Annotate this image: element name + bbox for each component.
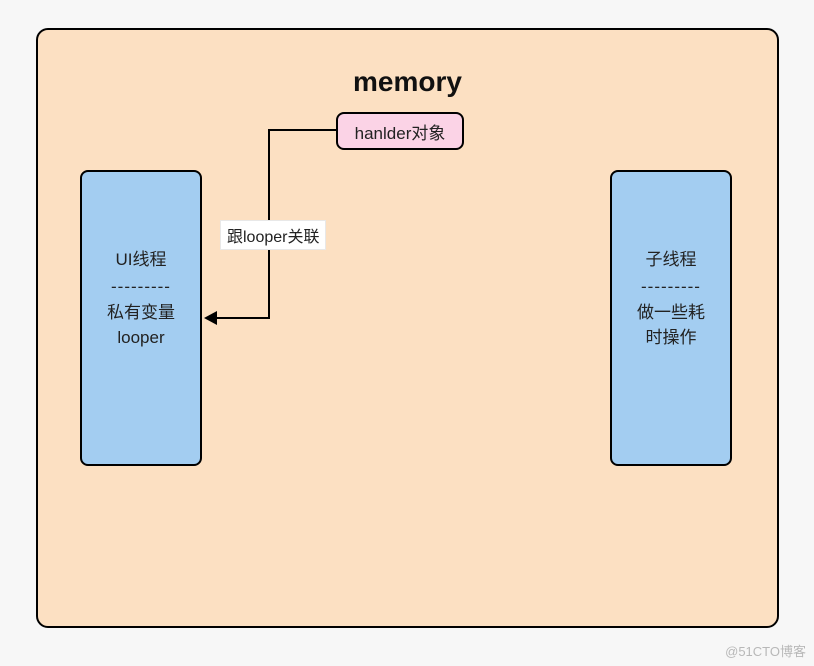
child-thread-divider: --------- bbox=[612, 275, 730, 300]
edge-label: 跟looper关联 bbox=[220, 220, 326, 250]
ui-thread-text-1: 私有变量 bbox=[82, 301, 200, 326]
child-thread-text-1: 做一些耗 bbox=[612, 301, 730, 326]
ui-thread-text-2: looper bbox=[82, 326, 200, 351]
handler-object-box: hanlder对象 bbox=[336, 112, 464, 150]
watermark: @51CTO博客 bbox=[725, 641, 806, 660]
ui-thread-divider: --------- bbox=[82, 275, 200, 300]
ui-thread-box: UI线程 --------- 私有变量 looper bbox=[80, 170, 202, 466]
ui-thread-title: UI线程 bbox=[82, 248, 200, 273]
arrow-head-icon bbox=[204, 311, 217, 325]
child-thread-box: 子线程 --------- 做一些耗 时操作 bbox=[610, 170, 732, 466]
handler-label: hanlder对象 bbox=[355, 119, 446, 144]
memory-container: memory hanlder对象 跟looper关联 UI线程 --------… bbox=[36, 28, 779, 628]
arrow-top-segment bbox=[268, 129, 336, 131]
diagram-title: memory bbox=[38, 66, 777, 98]
child-thread-text-2: 时操作 bbox=[612, 326, 730, 351]
arrow-horizontal-segment bbox=[213, 317, 270, 319]
child-thread-title: 子线程 bbox=[612, 248, 730, 273]
